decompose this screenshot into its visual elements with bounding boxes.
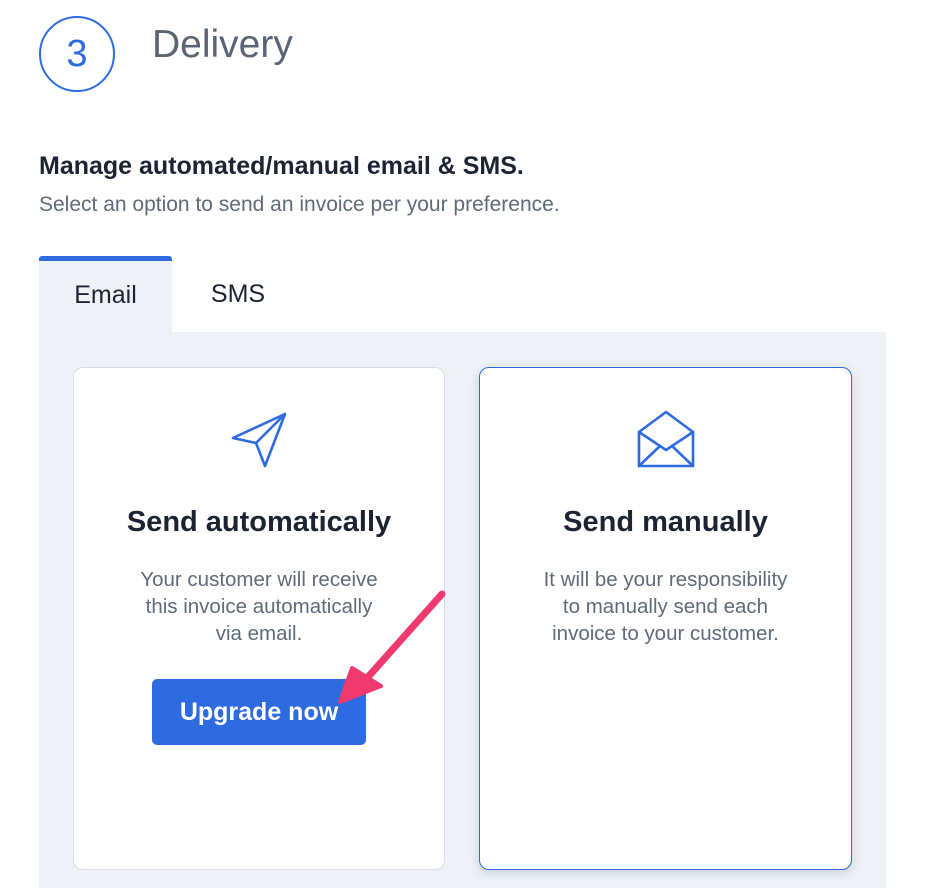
tab-email[interactable]: Email [39,256,172,332]
paper-plane-icon [231,412,287,468]
step-number-badge: 3 [39,16,115,92]
send-automatically-description: Your customer will receive this invoice … [140,568,378,645]
tab-sms-label: SMS [210,279,266,308]
section-subheading: Select an option to send an invoice per … [39,193,560,216]
send-manually-title: Send manually [563,506,768,538]
send-manually-card[interactable]: Send manually It will be your responsibi… [479,367,852,870]
step-number: 3 [66,32,88,75]
tab-email-label: Email [74,281,137,309]
delivery-step: 3 Delivery Manage automated/manual email… [0,0,934,888]
send-automatically-title: Send automatically [126,506,392,538]
envelope-open-icon [637,410,694,468]
send-automatically-card[interactable]: Send automatically Your customer will re… [73,367,445,870]
section-heading: Manage automated/manual email & SMS. [39,152,524,180]
tab-sms[interactable]: SMS [172,256,304,332]
step-title: Delivery [152,23,293,66]
send-manually-description: It will be your responsibility to manual… [543,568,788,645]
upgrade-now-button[interactable]: Upgrade now [152,679,366,745]
